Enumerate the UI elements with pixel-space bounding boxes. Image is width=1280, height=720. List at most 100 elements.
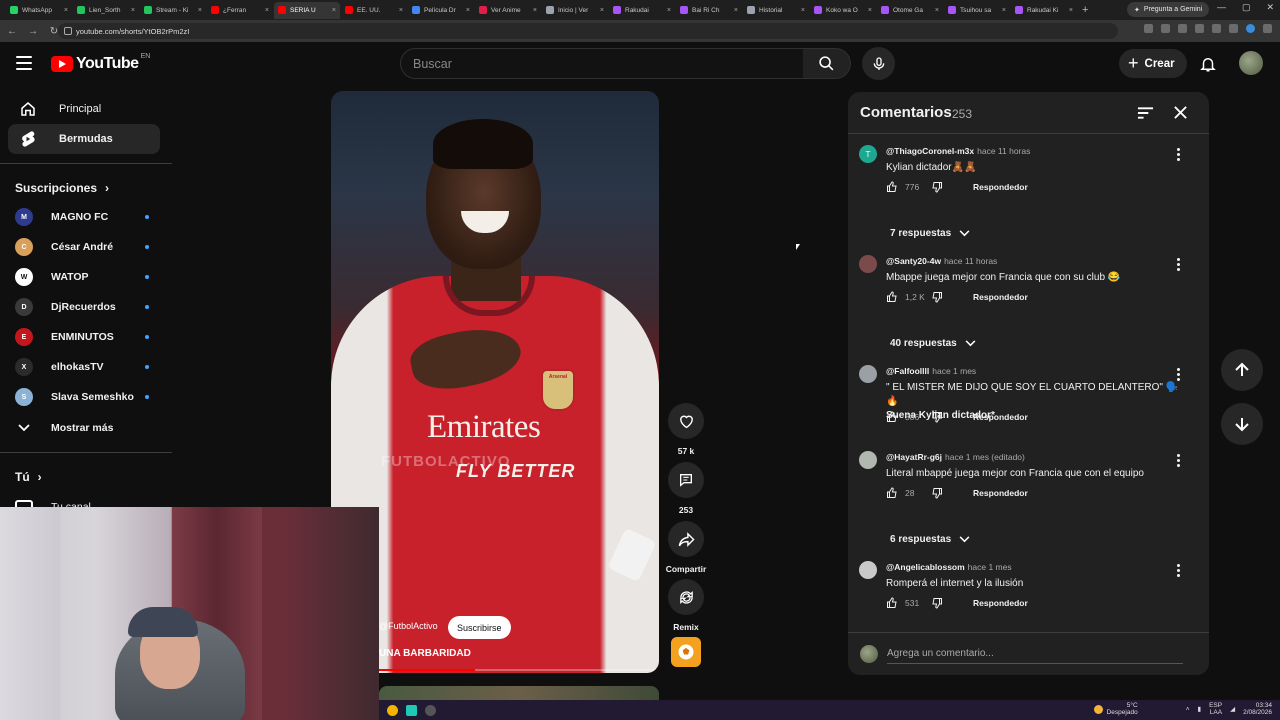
close-tab-icon[interactable]: × [198, 7, 202, 14]
thumbs-down-icon[interactable] [931, 291, 943, 303]
comment-author[interactable]: @HayatRr-g6j [886, 452, 942, 462]
like-button[interactable]: 57 k [668, 403, 704, 456]
reply-button[interactable]: Respondedor [973, 182, 1028, 192]
view-replies-button[interactable]: 6 respuestas [890, 534, 970, 545]
close-icon[interactable] [1173, 105, 1188, 125]
sidebar-item-subscription[interactable]: C César André [15, 236, 155, 258]
close-tab-icon[interactable]: × [600, 7, 604, 14]
remix-button[interactable]: Remix [668, 579, 704, 632]
close-tab-icon[interactable]: × [1002, 7, 1006, 14]
browser-tab[interactable]: Ver Anime × [475, 2, 541, 19]
thumbs-down-icon[interactable] [931, 597, 943, 609]
gemini-button[interactable]: ✦ Pregunta a Gemini [1127, 2, 1210, 17]
next-short-preview[interactable] [379, 686, 659, 700]
cast-icon[interactable] [1178, 24, 1187, 33]
subscribe-button[interactable]: Suscribirse [448, 616, 511, 639]
weather-widget[interactable]: 5°C Despejado [1093, 702, 1138, 716]
reply-button[interactable]: Respondedor [973, 292, 1028, 302]
sidebar-item-subscription[interactable]: S Slava Semeshko [15, 386, 155, 408]
close-tab-icon[interactable]: × [64, 7, 68, 14]
browser-tab[interactable]: Rakudai Ki × [1011, 2, 1077, 19]
sidebar-item-subscription[interactable]: E ENMINUTOS [15, 326, 155, 348]
thumbs-up-icon[interactable] [886, 487, 898, 499]
share-button[interactable]: Compartir [666, 521, 706, 574]
video-caption[interactable]: UNA BARBARIDAD [379, 648, 471, 659]
browser-tab[interactable]: Otome Ga × [877, 2, 943, 19]
browser-tab[interactable]: Tsuihou sa × [944, 2, 1010, 19]
browser-tab[interactable]: Película Dr × [408, 2, 474, 19]
sidebar-item-home[interactable]: Principal [8, 94, 160, 124]
translate-icon[interactable] [1144, 24, 1153, 33]
channel-handle[interactable]: @FutbolActivo [379, 621, 438, 631]
youtube-logo[interactable]: YouTube EN [51, 53, 150, 73]
new-tab-button[interactable]: + [1082, 4, 1088, 16]
close-tab-icon[interactable]: × [399, 7, 403, 14]
app-icon[interactable] [406, 704, 417, 716]
menu-icon[interactable] [1263, 24, 1272, 33]
sidebar-item-subscription[interactable]: M MAGNO FC [15, 206, 155, 228]
show-more-button[interactable]: Mostrar más [15, 417, 155, 439]
avatar[interactable]: T [859, 145, 877, 163]
volume-icon[interactable]: ◢ [1230, 705, 1235, 713]
thumbs-up-icon[interactable] [886, 291, 898, 303]
close-tab-icon[interactable]: × [1069, 7, 1073, 14]
view-replies-button[interactable]: 7 respuestas [890, 228, 970, 239]
search-button[interactable] [803, 48, 851, 79]
close-tab-icon[interactable]: × [533, 7, 537, 14]
close-tab-icon[interactable]: × [667, 7, 671, 14]
thumbs-down-icon[interactable] [931, 487, 943, 499]
thumbs-up-icon[interactable] [886, 411, 898, 423]
menu-icon[interactable] [16, 56, 32, 70]
profile-icon[interactable] [1246, 24, 1255, 33]
browser-tab[interactable]: EE. UU. × [341, 2, 407, 19]
browser-tab[interactable]: SERIA U × [274, 1, 340, 19]
browser-tab[interactable]: ¿Ferran × [207, 2, 273, 19]
network-icon[interactable]: ▮ [1197, 705, 1201, 713]
video-progress-bar[interactable] [331, 669, 659, 671]
obs-icon[interactable] [425, 704, 436, 716]
short-video-player[interactable]: Arsenal Emirates FUTBOLACTIVO FLY BETTER… [331, 91, 659, 673]
comment-author[interactable]: @ThiagoCoronel-m3x [886, 146, 974, 156]
close-tab-icon[interactable]: × [935, 7, 939, 14]
close-window-icon[interactable]: ✕ [1266, 2, 1274, 13]
close-tab-icon[interactable]: × [868, 7, 872, 14]
site-info-icon[interactable] [64, 27, 72, 35]
subscriptions-heading[interactable]: Suscripciones › [15, 181, 109, 195]
thumbs-up-icon[interactable] [886, 181, 898, 193]
more-options-icon[interactable] [1177, 564, 1180, 577]
close-tab-icon[interactable]: × [131, 7, 135, 14]
reply-button[interactable]: Respondedor [973, 412, 1028, 422]
sidebar-item-subscription[interactable]: XelhokasTV [15, 356, 155, 378]
sidebar-icon[interactable] [1229, 24, 1238, 33]
browser-tab[interactable]: WhatsApp × [6, 2, 72, 19]
close-tab-icon[interactable]: × [265, 7, 269, 14]
browser-tab[interactable]: Lien_Sorth × [73, 2, 139, 19]
browser-tab[interactable]: Stream - Ki × [140, 2, 206, 19]
sound-thumbnail-button[interactable] [671, 637, 701, 667]
sort-icon[interactable] [1137, 106, 1154, 125]
notifications-button[interactable] [1199, 55, 1217, 78]
more-options-icon[interactable] [1177, 368, 1180, 381]
browser-tab[interactable]: Inicio | Ver × [542, 2, 608, 19]
back-icon[interactable]: ← [3, 26, 21, 37]
reply-button[interactable]: Respondedor [973, 598, 1028, 608]
language-indicator[interactable]: ESP LAA [1209, 702, 1222, 716]
chrome-icon[interactable] [387, 704, 398, 716]
extensions-icon[interactable] [1212, 24, 1221, 33]
avatar[interactable] [859, 561, 877, 579]
browser-tab[interactable]: Koko wa O × [810, 2, 876, 19]
add-comment-input[interactable]: Agrega un comentario... [887, 648, 994, 659]
next-short-button[interactable] [1221, 403, 1263, 445]
close-tab-icon[interactable]: × [466, 7, 470, 14]
comment-author[interactable]: @Angelicablossom [886, 562, 965, 572]
view-replies-button[interactable]: 40 respuestas [890, 338, 976, 349]
maximize-icon[interactable]: ▢ [1242, 2, 1251, 13]
more-options-icon[interactable] [1177, 454, 1180, 467]
minimize-icon[interactable]: — [1217, 2, 1226, 13]
chevron-up-icon[interactable]: ˄ [1186, 706, 1190, 713]
you-heading[interactable]: Tú › [15, 470, 42, 484]
sidebar-item-subscription[interactable]: D DjRecuerdos [15, 296, 155, 318]
close-tab-icon[interactable]: × [801, 7, 805, 14]
more-options-icon[interactable] [1177, 258, 1180, 271]
search-input[interactable]: Buscar [400, 48, 804, 79]
